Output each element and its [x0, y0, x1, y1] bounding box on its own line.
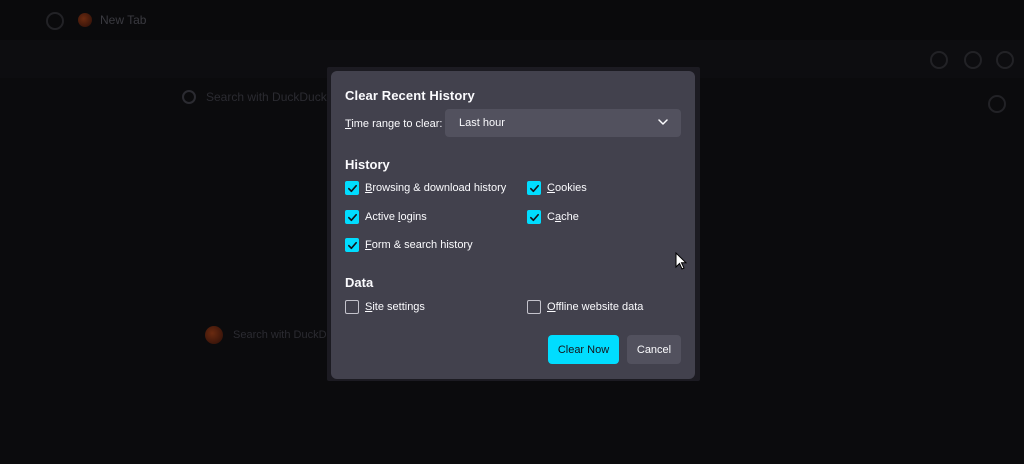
- cancel-button[interactable]: Cancel: [627, 335, 681, 364]
- checkbox-label: Site settings: [365, 301, 425, 313]
- mouse-cursor-icon: [675, 252, 687, 270]
- checkbox-unchecked-icon[interactable]: [527, 300, 541, 314]
- checkbox-label: Offline website data: [547, 301, 644, 313]
- checkbox-cache[interactable]: Cache: [527, 210, 579, 224]
- checkbox-label: Cache: [547, 211, 579, 223]
- firefox-view-icon: [46, 12, 64, 30]
- time-range-value: Last hour: [459, 117, 505, 129]
- checkbox-active-logins[interactable]: Active logins: [345, 210, 427, 224]
- checkbox-label: Active logins: [365, 211, 427, 223]
- checkbox-label: Form & search history: [365, 239, 473, 251]
- checkbox-checked-icon[interactable]: [527, 181, 541, 195]
- browser-tab-bar: New Tab: [0, 0, 1024, 40]
- extensions-icon: [964, 51, 982, 69]
- checkbox-site-settings[interactable]: Site settings: [345, 300, 425, 314]
- checkbox-offline-website-data[interactable]: Offline website data: [527, 300, 643, 314]
- duckduckgo-logo-icon: [205, 326, 223, 344]
- data-heading: Data: [345, 275, 374, 290]
- browser-tab: New Tab: [78, 8, 146, 32]
- time-range-select[interactable]: Last hour: [445, 109, 681, 137]
- checkbox-checked-icon[interactable]: [345, 238, 359, 252]
- checkbox-form-search-history[interactable]: Form & search history: [345, 238, 473, 252]
- chevron-down-icon: [658, 119, 668, 125]
- browser-logo-icon: [78, 13, 92, 27]
- dialog-title: Clear Recent History: [345, 88, 475, 103]
- checkbox-unchecked-icon[interactable]: [345, 300, 359, 314]
- clear-history-dialog: Clear Recent History Time range to clear…: [331, 71, 695, 379]
- checkbox-checked-icon[interactable]: [345, 181, 359, 195]
- checkbox-cookies[interactable]: Cookies: [527, 181, 587, 195]
- clear-now-button[interactable]: Clear Now: [548, 335, 619, 364]
- settings-gear-icon: [988, 95, 1006, 113]
- checkbox-label: Browsing & download history: [365, 182, 507, 194]
- checkbox-browsing-history[interactable]: Browsing & download history: [345, 181, 506, 195]
- checkbox-checked-icon[interactable]: [527, 210, 541, 224]
- menu-icon: [996, 51, 1014, 69]
- checkbox-label: Cookies: [547, 182, 587, 194]
- time-range-label: Time range to clear:: [345, 118, 443, 130]
- checkbox-checked-icon[interactable]: [345, 210, 359, 224]
- search-icon: [182, 90, 196, 104]
- history-heading: History: [345, 157, 390, 172]
- pocket-icon: [930, 51, 948, 69]
- tab-title: New Tab: [100, 13, 147, 27]
